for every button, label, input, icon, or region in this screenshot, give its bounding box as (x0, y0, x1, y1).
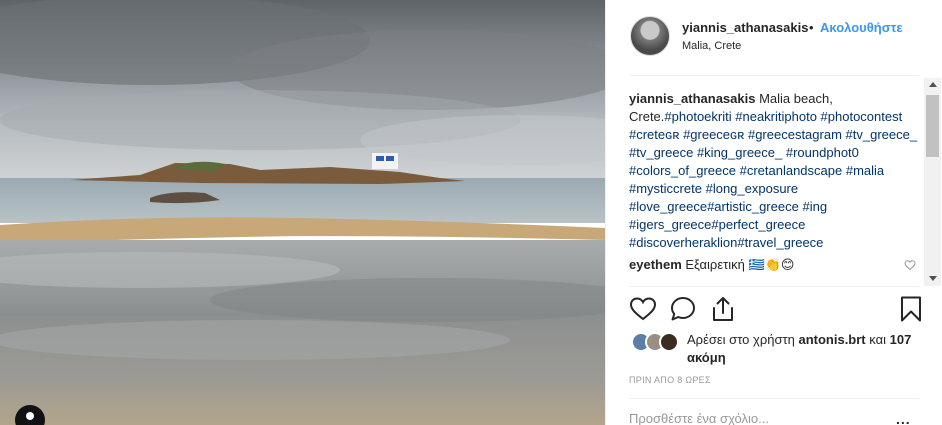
more-options-icon[interactable]: ... (896, 411, 911, 425)
hashtag-link[interactable]: #neakritiphoto (735, 109, 817, 124)
hashtag-link[interactable]: #photoekriti (664, 109, 731, 124)
scroll-down-arrow-icon[interactable] (929, 276, 937, 281)
liker-avatars[interactable] (631, 332, 691, 352)
likes-prefix: Αρέσει στο χρήστη (687, 332, 795, 347)
hashtag-link[interactable]: #ing (802, 199, 827, 214)
post-header: yiannis_athanasakis • Ακολουθήστε Malia,… (606, 0, 942, 76)
hashtag-link[interactable]: #malia (846, 163, 884, 178)
likes-summary: Αρέσει στο χρήστη antonis.brt και 107 ακ… (629, 330, 929, 370)
hashtag-link[interactable]: #igers_greece (629, 217, 711, 232)
divider (629, 75, 919, 76)
post-sidebar: yiannis_athanasakis • Ακολουθήστε Malia,… (605, 0, 942, 425)
comment-username[interactable]: eyethem (629, 257, 682, 272)
likes-suffix: και (869, 332, 887, 347)
caption-hashtags: #photoekriti #neakritiphoto #photocontes… (629, 109, 917, 250)
hashtag-link[interactable]: #travel_greece (737, 235, 823, 250)
action-bar (629, 295, 924, 323)
hashtag-link[interactable]: #colors_of_greece (629, 163, 736, 178)
comments-scrollbar[interactable] (924, 78, 941, 286)
likes-text: Αρέσει στο χρήστη antonis.brt και 107 ακ… (687, 331, 927, 367)
hashtag-link[interactable]: #greeceɢʀ (683, 127, 744, 142)
hashtag-link[interactable]: #roundphot0 (786, 145, 859, 160)
post-timestamp[interactable]: ΠΡΙΝ ΑΠΟ 8 ΩΡΕΣ (629, 375, 711, 385)
comment-text: Εξαιρετική 🇬🇷👏😊 (685, 257, 795, 272)
caption: yiannis_athanasakis Malia beach, Crete.#… (629, 90, 922, 252)
liker-username[interactable]: antonis.brt (798, 332, 865, 347)
hashtag-link[interactable]: #perfect_greece (711, 217, 805, 232)
separator-dot: • (809, 20, 814, 35)
comments-list: yiannis_athanasakis Malia beach, Crete.#… (629, 90, 922, 286)
scroll-up-arrow-icon[interactable] (929, 82, 937, 87)
share-icon[interactable] (709, 295, 737, 323)
location-link[interactable]: Malia, Crete (682, 40, 741, 52)
hashtag-link[interactable]: #king_greece_ (697, 145, 782, 160)
username-link[interactable]: yiannis_athanasakis (682, 20, 808, 35)
hashtag-link[interactable]: #mysticcrete (629, 181, 702, 196)
comment-item: eyethem Εξαιρετική 🇬🇷👏😊 (629, 256, 922, 274)
divider (629, 286, 919, 287)
comment-icon[interactable] (669, 295, 697, 323)
hashtag-link[interactable]: #discoverheraklion (629, 235, 737, 250)
hashtag-link[interactable]: #photocontest (821, 109, 903, 124)
comment-input[interactable]: Προσθέστε ένα σχόλιο... (629, 411, 769, 425)
divider (629, 398, 919, 399)
avatar[interactable] (659, 332, 679, 352)
instagram-post-dialog: yiannis_athanasakis • Ακολουθήστε Malia,… (0, 0, 942, 425)
hashtag-link[interactable]: #tv_greece (629, 145, 693, 160)
bookmark-icon[interactable] (897, 295, 925, 323)
hashtag-link[interactable]: #greecestagram (748, 127, 842, 142)
follow-button[interactable]: Ακολουθήστε (820, 20, 903, 35)
post-photo[interactable] (0, 0, 605, 425)
avatar[interactable] (630, 16, 670, 56)
hashtag-link[interactable]: #artistic_greece (707, 199, 799, 214)
scroll-thumb[interactable] (926, 95, 939, 157)
caption-username[interactable]: yiannis_athanasakis (629, 91, 755, 106)
hashtag-link[interactable]: #creteɢʀ (629, 127, 679, 142)
hashtag-link[interactable]: #cretanlandscape (740, 163, 843, 178)
hashtag-link[interactable]: #love_greece (629, 199, 707, 214)
heart-icon[interactable] (629, 295, 657, 323)
heart-icon-small[interactable] (904, 259, 916, 271)
hashtag-link[interactable]: #long_exposure (706, 181, 799, 196)
hashtag-link[interactable]: #tv_greece_ (846, 127, 918, 142)
